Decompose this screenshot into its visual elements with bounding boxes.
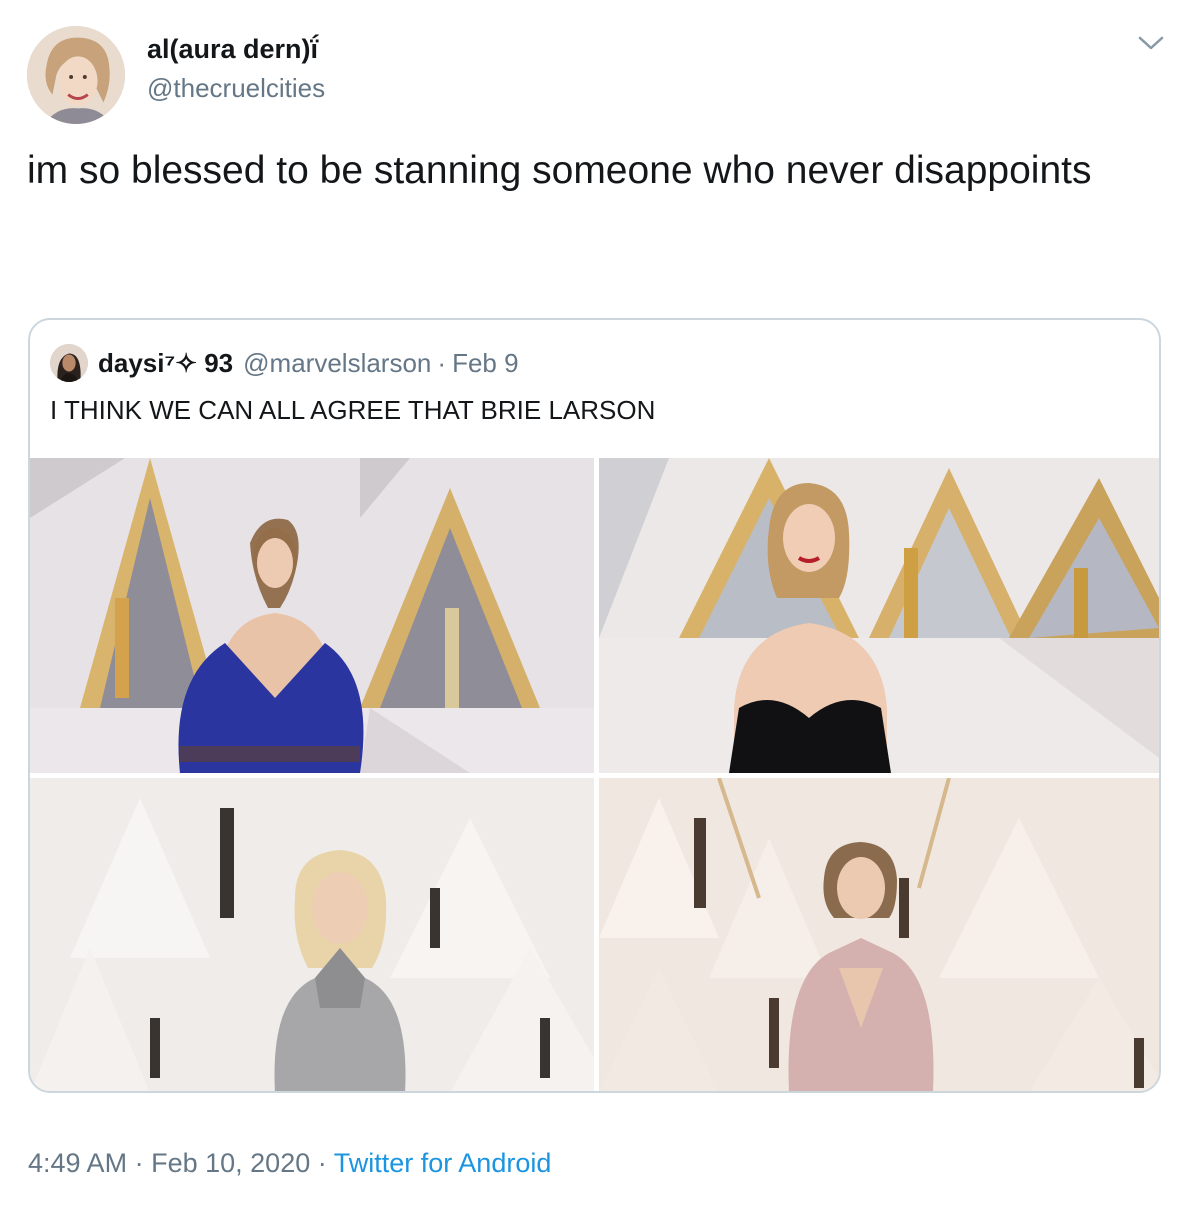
meta-separator-2: · [317,1148,327,1178]
quoted-tweet-text: I THINK WE CAN ALL AGREE THAT BRIE LARSO… [50,395,656,425]
quoted-separator: · [437,347,447,378]
quoted-author-avatar [50,344,88,382]
photo-1[interactable] [30,458,594,773]
tweet-date[interactable]: Feb 10, 2020 [151,1148,310,1178]
photo-3[interactable] [30,778,594,1091]
tweet-meta: 4:49 AM · Feb 10, 2020 · Twitter for And… [28,1148,551,1179]
meta-separator: · [134,1148,144,1178]
quoted-tweet-header: daysi⁷✧ 93 @marvelslarson · Feb 9 [50,342,519,384]
quoted-tweet-card[interactable]: daysi⁷✧ 93 @marvelslarson · Feb 9 I THIN… [28,318,1161,1093]
quoted-author-name[interactable]: daysi⁷✧ 93 [98,348,233,379]
photo-2[interactable] [599,458,1159,773]
tweet-text: im so blessed to be stanning someone who… [27,149,1092,192]
photo-4[interactable] [599,778,1159,1091]
tweet-source-link[interactable]: Twitter for Android [334,1148,552,1178]
chevron-down-icon[interactable] [1136,32,1166,54]
quoted-date[interactable]: Feb 9 [452,348,519,379]
author-avatar-image [27,26,125,124]
quoted-author-handle[interactable]: @marvelslarson [243,348,431,379]
media-grid [30,458,1159,1091]
author-avatar[interactable] [27,26,125,124]
author-display-name[interactable]: al(aura dern)ḯ [147,34,318,65]
author-handle[interactable]: @thecruelcities [147,73,325,104]
tweet-time[interactable]: 4:49 AM [28,1148,127,1178]
